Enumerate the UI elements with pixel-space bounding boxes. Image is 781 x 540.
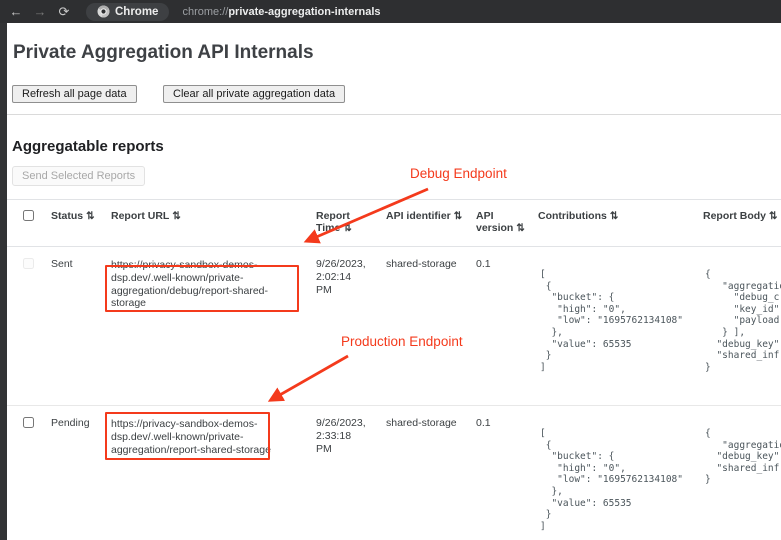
sort-icon: ⇅ [86,211,94,222]
sort-icon: ⇅ [610,211,618,222]
back-icon[interactable]: ← [4,0,28,23]
chrome-logo-icon [97,5,110,18]
report-url-cell: https://privacy-sandbox-demos- dsp.dev/.… [111,418,301,456]
browser-toolbar: ← → ⟳ Chrome chrome://private-aggregatio… [0,0,781,23]
table-header-row: Status⇅ Report URL⇅ Report Time⇅ API ide… [7,200,781,247]
header-status[interactable]: Status⇅ [45,200,105,247]
header-contributions[interactable]: Contributions⇅ [532,200,697,247]
page-title: Private Aggregation API Internals [13,42,781,64]
status-cell: Sent [45,247,105,406]
address-bar[interactable]: chrome://private-aggregation-internals [182,6,380,18]
select-all-checkbox[interactable] [23,210,34,221]
private-aggregation-internals-page: Private Aggregation API Internals Refres… [7,23,781,540]
sort-icon: ⇅ [769,211,777,222]
table-row: Pending https://privacy-sandbox-demos- d… [7,406,781,540]
header-select-all[interactable] [7,200,45,247]
report-time-cell: 9/26/2023, 2:02:14 PM [316,258,374,296]
header-api-identifier[interactable]: API identifier⇅ [380,200,470,247]
forward-icon[interactable]: → [28,0,52,23]
production-endpoint-label: Production Endpoint [341,334,463,349]
report-url-cell: https://privacy-sandbox-demos- dsp.dev/.… [111,259,301,310]
page-toolbar: Refresh all page data Clear all private … [12,84,781,103]
clear-all-button[interactable]: Clear all private aggregation data [163,85,345,103]
sort-icon: ⇅ [172,211,180,222]
api-identifier-cell: shared-storage [380,406,470,540]
send-selected-reports-button[interactable]: Send Selected Reports [12,166,145,186]
debug-endpoint-label: Debug Endpoint [410,166,507,181]
aggregatable-reports-table: Status⇅ Report URL⇅ Report Time⇅ API ide… [7,199,781,540]
api-version-cell: 0.1 [470,247,532,406]
chrome-app-badge[interactable]: Chrome [86,3,169,21]
sort-icon: ⇅ [454,211,462,222]
url-host: private-aggregation-internals [228,6,380,18]
status-cell: Pending [45,406,105,540]
refresh-all-button[interactable]: Refresh all page data [12,85,137,103]
table-row: Sent https://privacy-sandbox-demos- dsp.… [7,247,781,406]
chrome-app-label: Chrome [115,6,158,18]
row-select-checkbox[interactable] [23,417,34,428]
contributions-cell: [ { "bucket": { "high": "0", "low": "169… [540,428,691,532]
url-scheme: chrome:// [182,6,228,18]
header-report-body[interactable]: Report Body⇅ [697,200,781,247]
reports-table-wrapper: Status⇅ Report URL⇅ Report Time⇅ API ide… [7,199,781,540]
sort-icon: ⇅ [516,223,524,234]
header-report-url[interactable]: Report URL⇅ [105,200,310,247]
report-body-cell: { "aggregatio "debug_key" "shared_inf } [705,428,781,486]
header-api-version[interactable]: API version⇅ [470,200,532,247]
contributions-cell: [ { "bucket": { "high": "0", "low": "169… [540,269,691,373]
section-divider [7,114,781,115]
left-edge-strip [0,23,7,540]
header-report-time[interactable]: Report Time⇅ [310,200,380,247]
report-body-cell: { "aggregatio "debug_c "key_id" "payload… [705,269,781,373]
row-select-checkbox[interactable] [23,258,34,269]
reload-icon[interactable]: ⟳ [52,0,76,23]
aggregatable-reports-heading: Aggregatable reports [12,138,781,155]
api-identifier-cell: shared-storage [380,247,470,406]
api-version-cell: 0.1 [470,406,532,540]
report-time-cell: 9/26/2023, 2:33:18 PM [316,417,374,455]
sort-icon: ⇅ [343,223,351,234]
